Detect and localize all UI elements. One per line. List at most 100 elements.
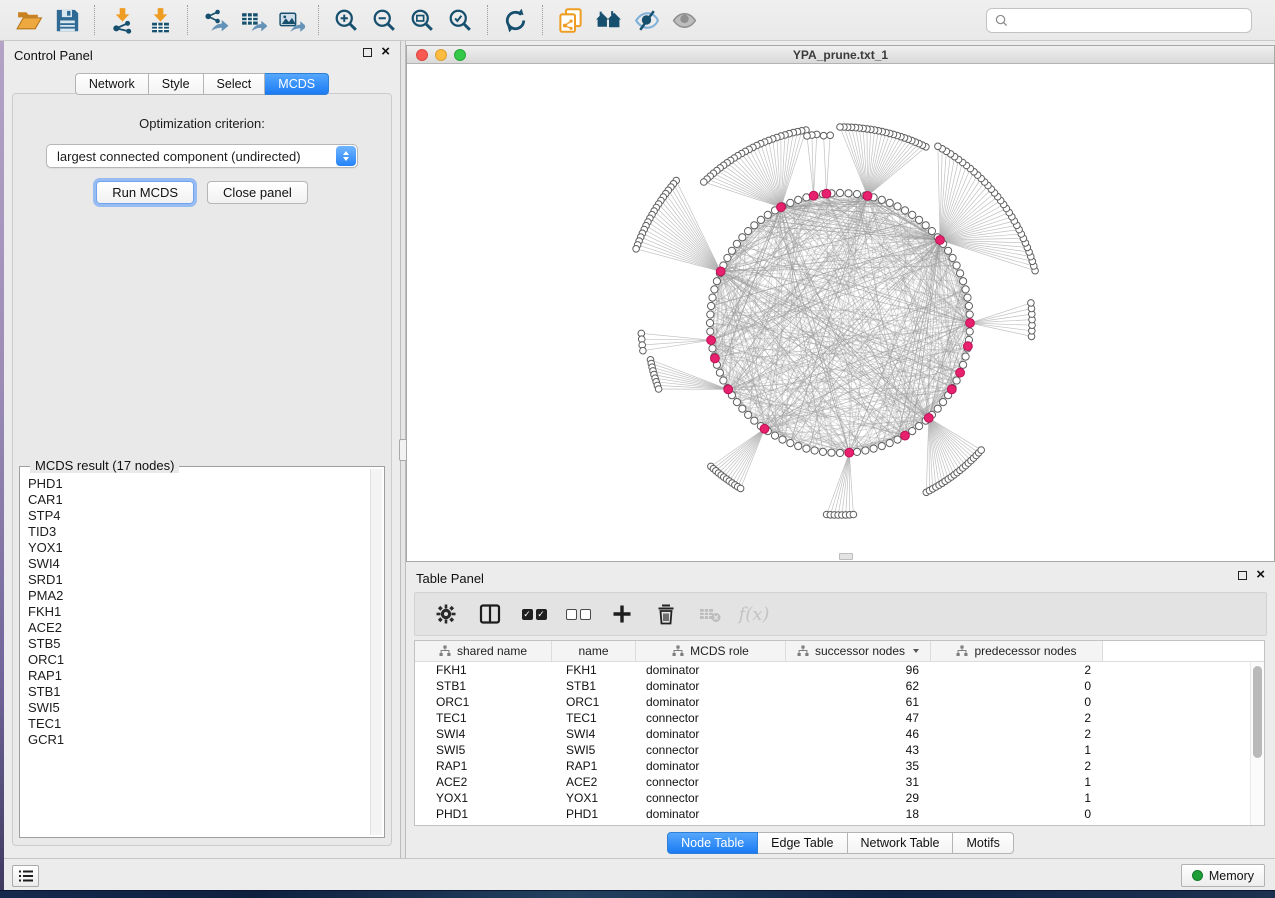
zoom-in-icon[interactable] xyxy=(327,4,365,36)
cybrowser-home-icon[interactable] xyxy=(589,4,627,36)
select-all-icon[interactable]: ✓✓ xyxy=(517,597,551,631)
table-scrollbar-thumb[interactable] xyxy=(1253,666,1262,758)
tab-network[interactable]: Network xyxy=(75,73,149,95)
table-row[interactable]: YOX1YOX1connector291 xyxy=(415,790,1250,806)
result-list-item[interactable]: TEC1 xyxy=(28,716,368,732)
export-table-icon[interactable] xyxy=(234,4,272,36)
result-list-item[interactable]: SWI4 xyxy=(28,556,368,572)
window-maximize-icon[interactable] xyxy=(454,49,466,61)
show-graphics-details-icon[interactable] xyxy=(665,4,703,36)
tab-motifs[interactable]: Motifs xyxy=(953,832,1013,854)
float-table-panel-icon[interactable] xyxy=(1238,571,1247,580)
hide-graphics-details-icon[interactable] xyxy=(627,4,665,36)
column-header-filler xyxy=(1103,641,1264,661)
table-row[interactable]: STB1STB1dominator620 xyxy=(415,678,1250,694)
list-icon xyxy=(18,869,34,883)
close-panel-icon[interactable]: × xyxy=(381,47,390,57)
float-panel-icon[interactable] xyxy=(363,48,372,57)
result-list-item[interactable]: STB1 xyxy=(28,684,368,700)
result-list-item[interactable]: SWI5 xyxy=(28,700,368,716)
result-list-item[interactable]: ORC1 xyxy=(28,652,368,668)
table-row[interactable]: SWI4SWI4dominator462 xyxy=(415,726,1250,742)
export-network-icon[interactable] xyxy=(196,4,234,36)
result-list-item[interactable]: SRD1 xyxy=(28,572,368,588)
table-row[interactable]: PHD1PHD1dominator180 xyxy=(415,806,1250,822)
delete-column-icon[interactable] xyxy=(649,597,683,631)
table-tabs: Node TableEdge TableNetwork TableMotifs xyxy=(406,832,1275,854)
network-window-titlebar[interactable]: YPA_prune.txt_1 xyxy=(407,46,1274,64)
zoom-selected-icon[interactable] xyxy=(441,4,479,36)
table-panel-title: Table Panel xyxy=(416,571,484,586)
result-list-item[interactable]: PMA2 xyxy=(28,588,368,604)
workspace-area: YPA_prune.txt_1 Table Panel × ✓✓f(x) sha… xyxy=(406,41,1275,858)
search-input[interactable] xyxy=(1009,13,1251,28)
toolbar-separator xyxy=(94,5,95,35)
deselect-all-icon[interactable] xyxy=(561,597,595,631)
control-panel: Control Panel × NetworkStyleSelectMCDS O… xyxy=(4,41,400,858)
table-mode-icon[interactable] xyxy=(429,597,463,631)
tab-select[interactable]: Select xyxy=(204,73,266,95)
mcds-tab-content: Optimization criterion: largest connecte… xyxy=(12,93,392,846)
open-session-icon[interactable] xyxy=(10,4,48,36)
table-row[interactable]: SWI5SWI5connector431 xyxy=(415,742,1250,758)
mcds-result-list[interactable]: PHD1CAR1STP4TID3YOX1SWI4SRD1PMA2FKH1ACE2… xyxy=(23,470,368,834)
result-list-item[interactable]: STB5 xyxy=(28,636,368,652)
close-table-panel-icon[interactable]: × xyxy=(1256,570,1265,580)
save-session-icon[interactable] xyxy=(48,4,86,36)
criterion-dropdown[interactable]: largest connected component (undirected) xyxy=(46,144,358,168)
toolbar-separator xyxy=(318,5,319,35)
search-box[interactable] xyxy=(986,8,1252,33)
table-row[interactable]: FKH1FKH1dominator962 xyxy=(415,662,1250,678)
sort-descending-icon xyxy=(913,649,919,653)
result-list-item[interactable]: YOX1 xyxy=(28,540,368,556)
table-scrollbar[interactable] xyxy=(1250,662,1264,825)
column-header-name[interactable]: name xyxy=(552,641,636,661)
column-header-shared-name[interactable]: shared name xyxy=(415,641,552,661)
result-list-item[interactable]: CAR1 xyxy=(28,492,368,508)
column-header-MCDS-role[interactable]: MCDS role xyxy=(636,641,786,661)
result-list-item[interactable]: GCR1 xyxy=(28,732,368,748)
tab-node-table[interactable]: Node Table xyxy=(667,832,758,854)
column-header-successor-nodes[interactable]: successor nodes xyxy=(786,641,931,661)
memory-button[interactable]: Memory xyxy=(1181,864,1265,887)
column-header-predecessor-nodes[interactable]: predecessor nodes xyxy=(931,641,1103,661)
network-canvas[interactable] xyxy=(407,64,1274,561)
window-close-icon[interactable] xyxy=(416,49,428,61)
result-list-item[interactable]: TID3 xyxy=(28,524,368,540)
optimization-criterion-label: Optimization criterion: xyxy=(13,116,391,131)
memory-label: Memory xyxy=(1209,869,1254,883)
create-column-icon[interactable] xyxy=(605,597,639,631)
task-history-button[interactable] xyxy=(12,865,39,887)
column-type-icon xyxy=(672,645,684,657)
table-row[interactable]: ORC1ORC1dominator610 xyxy=(415,694,1250,710)
apply-layout-icon[interactable] xyxy=(496,4,534,36)
import-table-icon[interactable] xyxy=(141,4,179,36)
export-image-icon[interactable] xyxy=(272,4,310,36)
window-minimize-icon[interactable] xyxy=(435,49,447,61)
clone-network-icon[interactable] xyxy=(551,4,589,36)
tab-network-table[interactable]: Network Table xyxy=(848,832,954,854)
result-list-item[interactable]: PHD1 xyxy=(28,476,368,492)
zoom-fit-icon[interactable] xyxy=(403,4,441,36)
tab-style[interactable]: Style xyxy=(149,73,204,95)
horizontal-splitter-handle[interactable] xyxy=(839,553,853,560)
show-columns-icon[interactable] xyxy=(473,597,507,631)
table-row[interactable]: ACE2ACE2connector311 xyxy=(415,774,1250,790)
table-row[interactable]: TEC1TEC1connector472 xyxy=(415,710,1250,726)
result-list-item[interactable]: FKH1 xyxy=(28,604,368,620)
table-row[interactable]: RAP1RAP1dominator352 xyxy=(415,758,1250,774)
run-mcds-button[interactable]: Run MCDS xyxy=(96,181,194,204)
result-list-item[interactable]: ACE2 xyxy=(28,620,368,636)
zoom-out-icon[interactable] xyxy=(365,4,403,36)
result-list-item[interactable]: RAP1 xyxy=(28,668,368,684)
memory-status-icon xyxy=(1192,870,1203,881)
column-type-icon xyxy=(439,645,451,657)
result-list-item[interactable]: STP4 xyxy=(28,508,368,524)
close-panel-button[interactable]: Close panel xyxy=(207,181,308,204)
result-scrollbar[interactable] xyxy=(370,469,382,835)
toolbar-separator xyxy=(487,5,488,35)
import-network-icon[interactable] xyxy=(103,4,141,36)
toolbar-buttons xyxy=(10,4,703,36)
tab-mcds[interactable]: MCDS xyxy=(265,73,329,95)
tab-edge-table[interactable]: Edge Table xyxy=(758,832,847,854)
